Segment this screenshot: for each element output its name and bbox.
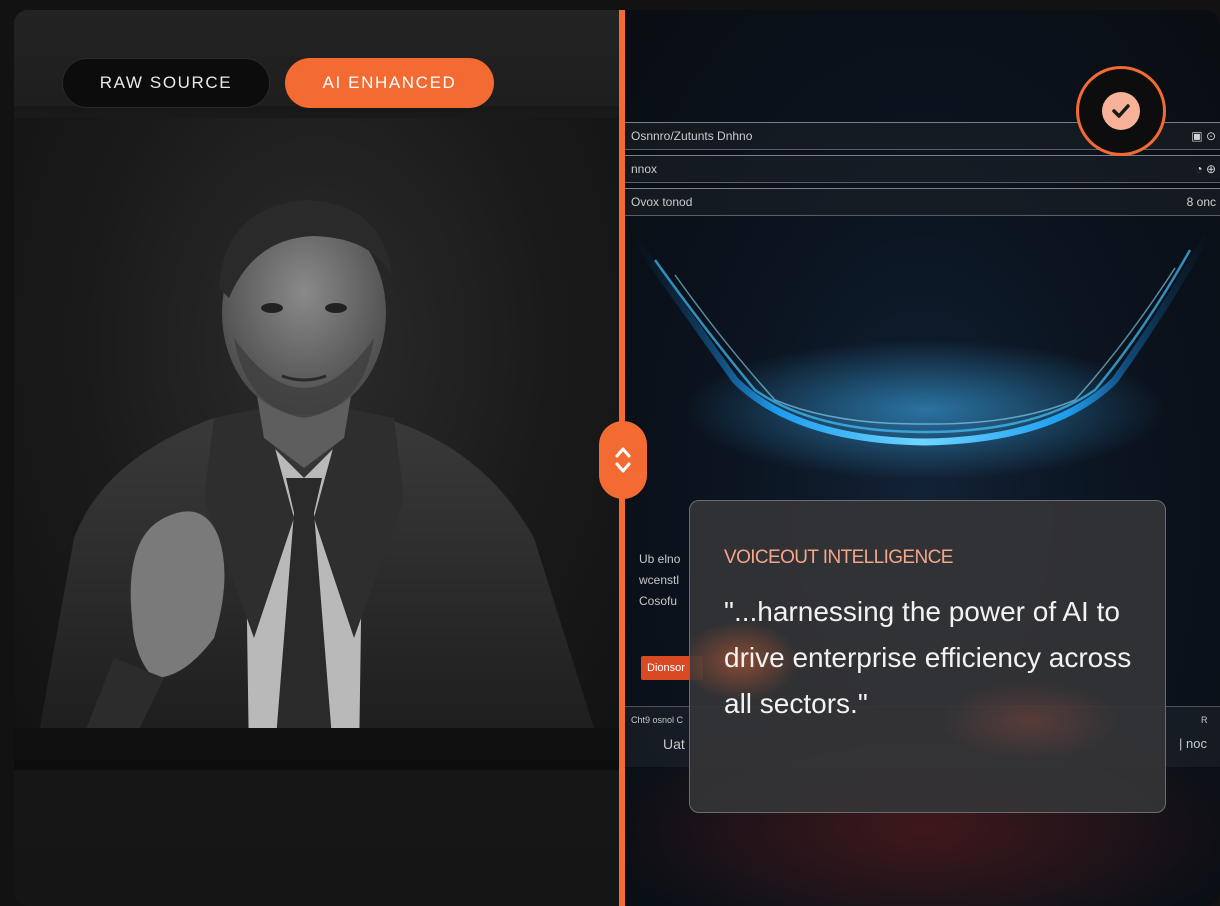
strip-label-small: Cht9 osnol C [631, 715, 684, 725]
side-text-line: Cosofu [639, 594, 678, 608]
enhanced-status-badge [1076, 66, 1166, 156]
row-title: Ovox tonod [631, 195, 693, 209]
enhanced-list-row: Ovox tonod 8 onc [625, 188, 1220, 216]
ai-enhanced-toggle[interactable]: AI ENHANCED [285, 58, 494, 108]
quote-card: VOICEOUT INTELLIGENCE "...harnessing the… [689, 500, 1166, 813]
divider-drag-handle[interactable] [599, 421, 647, 499]
row-icons: ▣ ⊙ [1191, 129, 1216, 143]
chevron-up-icon [615, 447, 631, 458]
raw-source-toggle[interactable]: RAW SOURCE [62, 58, 270, 108]
strip-label: Uat [663, 736, 685, 752]
row-icons: 8 onc [1186, 195, 1216, 209]
quote-text: "...harnessing the power of AI to drive … [724, 596, 1132, 719]
row-title: Osnnro/Zutunts Dnhno [631, 129, 753, 143]
chevron-down-icon [615, 462, 631, 473]
enhanced-list-row: nnox ◔ ⊕ [625, 155, 1220, 183]
side-text-line: Ub elno [639, 552, 681, 566]
quote-source-label: VOICEOUT INTELLIGENCE [724, 547, 953, 568]
row-icons: ◔ ⊕ [1195, 162, 1216, 176]
portrait-illustration [14, 200, 620, 760]
check-icon [1102, 92, 1140, 130]
row-title: nnox [631, 162, 658, 176]
raw-portrait-image [14, 118, 620, 770]
raw-source-panel: RAW SOURCE AI ENHANCED [14, 10, 620, 906]
strip-label: | noc [1179, 736, 1207, 751]
strip-label-small: R [1201, 715, 1208, 725]
side-text-line: wcenstl [639, 573, 680, 587]
